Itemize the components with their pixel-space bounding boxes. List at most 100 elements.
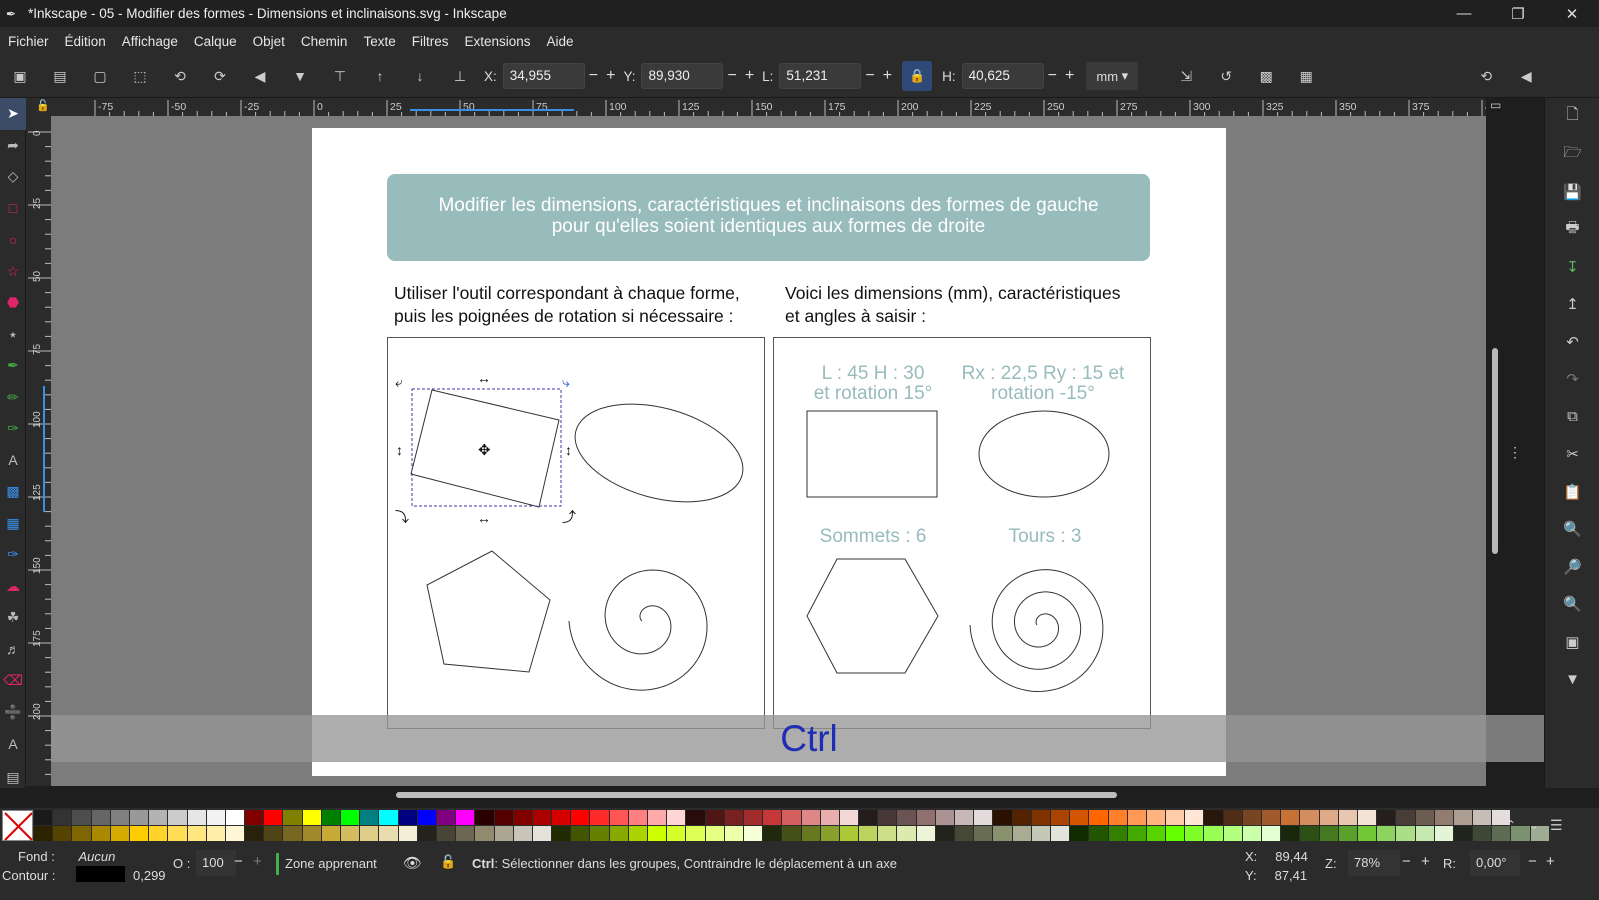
x-decrement-icon[interactable]: − [589, 67, 598, 85]
rotate-handle-br-icon[interactable]: ⤴ [562, 509, 576, 525]
palette-swatch[interactable] [686, 826, 706, 841]
palette-swatch[interactable] [1473, 826, 1493, 841]
palette-swatch[interactable] [1012, 810, 1032, 825]
palette-swatch[interactable] [1242, 810, 1262, 825]
palette-swatch[interactable] [245, 826, 265, 841]
measure-tool-icon[interactable]: A [0, 728, 26, 760]
target-rectangle[interactable] [806, 410, 938, 498]
palette-swatch[interactable] [897, 826, 917, 841]
flip-vertical-icon[interactable]: ▼ [290, 66, 310, 86]
rotate-handle-tl-icon[interactable]: ⤶ [395, 374, 403, 390]
lower-icon[interactable]: ↓ [410, 66, 430, 86]
zoom-input[interactable]: 78% [1348, 850, 1400, 876]
instruction-banner[interactable]: Modifier les dimensions, caractéristique… [387, 174, 1150, 261]
stroke-width[interactable]: 0,299 [133, 868, 166, 883]
palette-swatch[interactable] [609, 826, 629, 841]
eraser-tool-icon[interactable]: ⌫ [0, 665, 26, 697]
palette-swatch[interactable] [475, 826, 495, 841]
raise-to-top-icon[interactable]: ⊤ [330, 66, 350, 86]
width-increment-icon[interactable]: + [883, 67, 892, 85]
palette-swatch[interactable] [859, 826, 879, 841]
palette-swatch[interactable] [321, 810, 341, 825]
palette-swatch[interactable] [513, 826, 533, 841]
palette-swatch[interactable] [801, 826, 821, 841]
palette-swatch[interactable] [628, 810, 648, 825]
snap-toggle-icon[interactable]: ⟲ [1476, 66, 1496, 86]
mesh-tool-icon[interactable]: ▦ [0, 508, 26, 540]
rotation-center-icon[interactable]: ✥ [478, 442, 491, 459]
select-all-layers-icon[interactable]: ▤ [50, 66, 70, 86]
palette-swatch[interactable] [1434, 810, 1454, 825]
palette-swatch[interactable] [34, 810, 54, 825]
palette-swatch[interactable] [360, 826, 380, 841]
palette-swatch[interactable] [341, 810, 361, 825]
palette-swatch[interactable] [782, 810, 802, 825]
zoom-drawing-icon[interactable]: 🔎 [1545, 548, 1599, 586]
palette-swatch[interactable] [1070, 810, 1090, 825]
palette-swatch[interactable] [1166, 826, 1186, 841]
palette-swatch[interactable] [801, 810, 821, 825]
palette-swatch[interactable] [53, 810, 73, 825]
palette-swatch[interactable] [1357, 810, 1378, 825]
rotate-increment-icon[interactable]: + [1546, 853, 1555, 870]
palette-swatch[interactable] [129, 810, 150, 825]
palette-swatch[interactable] [1473, 810, 1493, 825]
palette-swatch[interactable] [149, 810, 169, 825]
palette-swatch[interactable] [532, 810, 553, 825]
select-all-icon[interactable]: ▣ [10, 66, 30, 86]
skew-handle-bottom-icon[interactable]: ↔ [477, 510, 491, 526]
calligraphy-tool-icon[interactable]: ✑ [0, 413, 26, 445]
select-same-icon[interactable]: ⬚ [130, 66, 150, 86]
zoom-decrement-icon[interactable]: − [1402, 853, 1411, 870]
palette-swatch[interactable] [552, 810, 572, 825]
layer-lock-icon[interactable]: 🔓 [440, 854, 456, 870]
palette-swatch[interactable] [628, 826, 648, 841]
palette-swatch[interactable] [1262, 826, 1282, 841]
scale-stroke-icon[interactable]: ⇲ [1176, 66, 1196, 86]
width-input[interactable]: 51,231 [779, 63, 862, 89]
current-layer[interactable]: Zone apprenant [285, 856, 377, 871]
palette-swatch[interactable] [1377, 810, 1397, 825]
rotate-handle-bl-icon[interactable]: ⤵ [395, 509, 409, 525]
pencil-tool-icon[interactable]: ✏ [0, 382, 26, 414]
zoom-page-icon[interactable]: 🔍 [1545, 586, 1599, 624]
palette-swatch[interactable] [820, 826, 840, 841]
menu-affichage[interactable]: Affichage [122, 34, 178, 49]
spray-tool-icon[interactable]: ♬ [0, 634, 26, 666]
palette-swatch[interactable] [398, 826, 418, 841]
x-input[interactable]: 34,955 [502, 63, 585, 89]
palette-swatch[interactable] [916, 810, 936, 825]
palette-swatch[interactable] [705, 826, 725, 841]
palette-swatch[interactable] [1204, 810, 1224, 825]
canvas[interactable]: Modifier les dimensions, caractéristique… [51, 116, 1486, 786]
palette-swatch[interactable] [72, 810, 92, 825]
palette-swatch[interactable] [724, 810, 744, 825]
palette-swatch[interactable] [1300, 826, 1320, 841]
palette-swatch[interactable] [648, 826, 668, 841]
scale-corners-icon[interactable]: ↺ [1216, 66, 1236, 86]
target-hexagon[interactable] [806, 558, 939, 674]
palette-swatch[interactable] [1338, 826, 1358, 841]
palette-swatch[interactable] [1089, 826, 1109, 841]
palette-swatch[interactable] [1319, 810, 1339, 825]
palette-swatch[interactable] [705, 810, 725, 825]
palette-swatch[interactable] [667, 826, 687, 841]
palette-swatch[interactable] [110, 826, 130, 841]
right-instructions[interactable]: Voici les dimensions (mm), caractéristiq… [785, 282, 1121, 328]
palette-swatch[interactable] [1434, 826, 1454, 841]
import-icon[interactable]: ↧ [1545, 248, 1599, 286]
more-commands-icon[interactable]: ▼ [1545, 661, 1599, 699]
palette-swatch[interactable] [1031, 810, 1051, 825]
palette-swatch[interactable] [763, 810, 783, 825]
skew-handle-left-icon[interactable]: ↕ [396, 442, 403, 458]
palette-swatch[interactable] [552, 826, 572, 841]
palette-swatch[interactable] [590, 826, 610, 841]
palette-swatch[interactable] [782, 826, 802, 841]
height-decrement-icon[interactable]: − [1048, 67, 1057, 85]
pen-tool-icon[interactable]: ✒ [0, 350, 26, 382]
unit-select[interactable]: mm ▾ [1086, 62, 1139, 90]
palette-swatch[interactable] [225, 810, 246, 825]
palette-swatch[interactable] [206, 810, 226, 825]
palette-swatch[interactable] [1223, 810, 1243, 825]
menu-extensions[interactable]: Extensions [464, 34, 530, 49]
